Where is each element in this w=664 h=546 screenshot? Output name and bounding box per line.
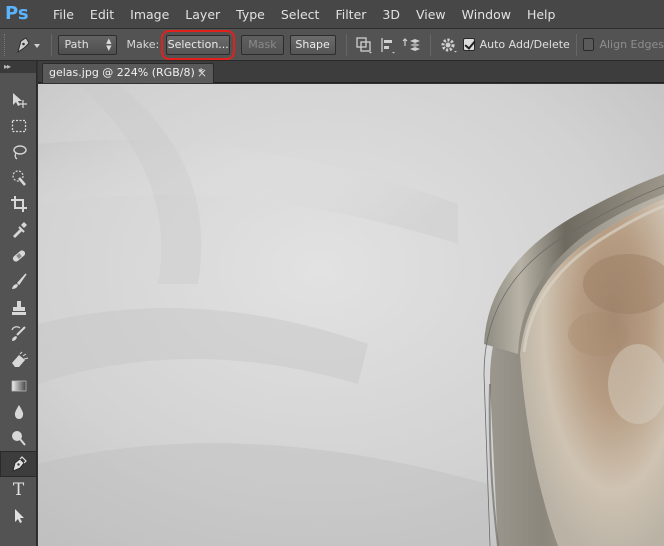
path-alignment-icon	[381, 37, 395, 53]
blur-tool[interactable]	[0, 399, 37, 425]
lasso-tool[interactable]	[0, 139, 37, 165]
chevron-down-icon	[33, 43, 40, 48]
gradient-tool[interactable]	[0, 373, 37, 399]
tools-spacer	[0, 73, 36, 87]
clone-stamp-tool[interactable]	[0, 295, 37, 321]
dodge-icon	[11, 431, 26, 446]
menu-image[interactable]: Image	[122, 0, 177, 29]
select-arrows-icon: ▲ ▼	[106, 36, 112, 52]
rectangular-marquee-tool[interactable]	[0, 113, 37, 139]
align-edges-label: Align Edges	[599, 38, 664, 51]
document-canvas[interactable]	[38, 84, 664, 546]
type-tool[interactable]: T	[0, 477, 37, 503]
path-arrangement-icon	[402, 37, 420, 51]
brush-tool[interactable]	[0, 269, 37, 295]
divider	[50, 33, 52, 56]
divider	[575, 33, 577, 56]
tools-panel: ▸▸ T	[0, 61, 37, 546]
menu-filter[interactable]: Filter	[327, 0, 374, 29]
menu-bar: Ps File Edit Image Layer Type Select Fil…	[0, 0, 664, 29]
eraser-tool[interactable]	[0, 347, 37, 373]
crop-tool[interactable]	[0, 191, 37, 217]
type-icon: T	[12, 480, 25, 500]
tools-panel-collapse[interactable]: ▸▸	[0, 61, 36, 73]
menu-file[interactable]: File	[45, 0, 82, 29]
make-mask-button[interactable]: Mask	[241, 34, 284, 55]
document-tab-title: gelas.jpg @ 224% (RGB/8) *	[49, 66, 204, 79]
brush-icon	[11, 273, 27, 289]
arrow-cursor-icon	[14, 509, 24, 523]
path-alignment-button[interactable]	[376, 33, 399, 57]
divider	[430, 33, 432, 56]
document-tab-bar: gelas.jpg @ 224% (RGB/8) * ×	[38, 61, 664, 83]
menu-help[interactable]: Help	[519, 0, 564, 29]
water-drop-icon	[14, 405, 23, 419]
path-arrangement-button[interactable]	[400, 33, 423, 57]
bandage-icon	[12, 250, 25, 262]
eraser-icon	[11, 351, 28, 367]
photo-glass-image	[38, 84, 664, 546]
align-edges-checkbox[interactable]	[582, 38, 595, 51]
crop-icon	[10, 196, 27, 212]
path-operations-button[interactable]	[353, 33, 376, 57]
move-icon	[12, 93, 27, 108]
menu-view[interactable]: View	[408, 0, 454, 29]
pen-icon	[11, 456, 27, 472]
dodge-tool[interactable]	[0, 425, 37, 451]
photoshop-logo: Ps	[5, 3, 29, 24]
quick-selection-tool[interactable]	[0, 165, 37, 191]
pen-mode-select[interactable]: Path ▲ ▼	[57, 34, 117, 55]
pen-icon	[17, 36, 40, 53]
history-brush-icon	[10, 326, 26, 341]
menu-layer[interactable]: Layer	[177, 0, 228, 29]
geometry-options-button[interactable]	[437, 33, 460, 57]
menu-3d[interactable]: 3D	[374, 0, 408, 29]
make-label: Make:	[126, 38, 160, 51]
pen-mode-value: Path	[64, 37, 89, 51]
divider	[345, 33, 347, 56]
options-bar: Path ▲ ▼ Make: Selection... Mask Shape A…	[0, 29, 664, 61]
history-brush-tool[interactable]	[0, 321, 37, 347]
move-tool[interactable]	[0, 87, 37, 113]
eyedropper-tool[interactable]	[0, 217, 37, 243]
selection-button-highlight: Selection...	[161, 29, 236, 60]
auto-add-delete-checkbox[interactable]	[462, 38, 475, 51]
make-selection-button[interactable]: Selection...	[166, 34, 231, 55]
pen-tool[interactable]	[0, 451, 37, 477]
auto-add-delete-label: Auto Add/Delete	[479, 38, 570, 51]
quick-selection-icon	[11, 170, 26, 186]
spot-healing-brush-tool[interactable]	[0, 243, 37, 269]
marquee-icon	[11, 119, 26, 133]
stamp-icon	[11, 301, 26, 315]
eyedropper-icon	[12, 222, 27, 238]
menu-window[interactable]: Window	[454, 0, 519, 29]
path-selection-tool[interactable]	[0, 503, 37, 529]
tool-preset-picker[interactable]	[9, 33, 44, 57]
menu-type[interactable]: Type	[228, 0, 273, 29]
close-icon[interactable]: ×	[197, 64, 207, 82]
menu-edit[interactable]: Edit	[82, 0, 122, 29]
gradient-icon	[11, 380, 26, 392]
document-tab[interactable]: gelas.jpg @ 224% (RGB/8) * ×	[42, 63, 214, 83]
gear-icon	[441, 38, 457, 52]
make-shape-button[interactable]: Shape	[289, 34, 336, 55]
menu-select[interactable]: Select	[273, 0, 328, 29]
path-operations-icon	[356, 36, 372, 53]
lasso-icon	[12, 145, 27, 160]
